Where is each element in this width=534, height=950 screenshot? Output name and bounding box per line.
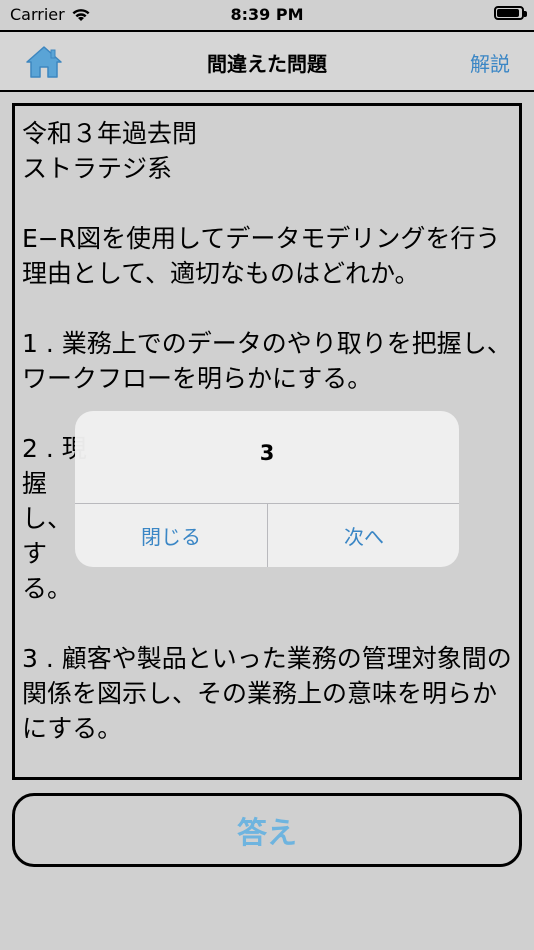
close-button[interactable]: 閉じる [75,504,267,567]
alert-message: 3 [259,441,275,465]
result-alert: 3 閉じる 次へ [75,411,459,567]
next-button[interactable]: 次へ [268,504,459,567]
